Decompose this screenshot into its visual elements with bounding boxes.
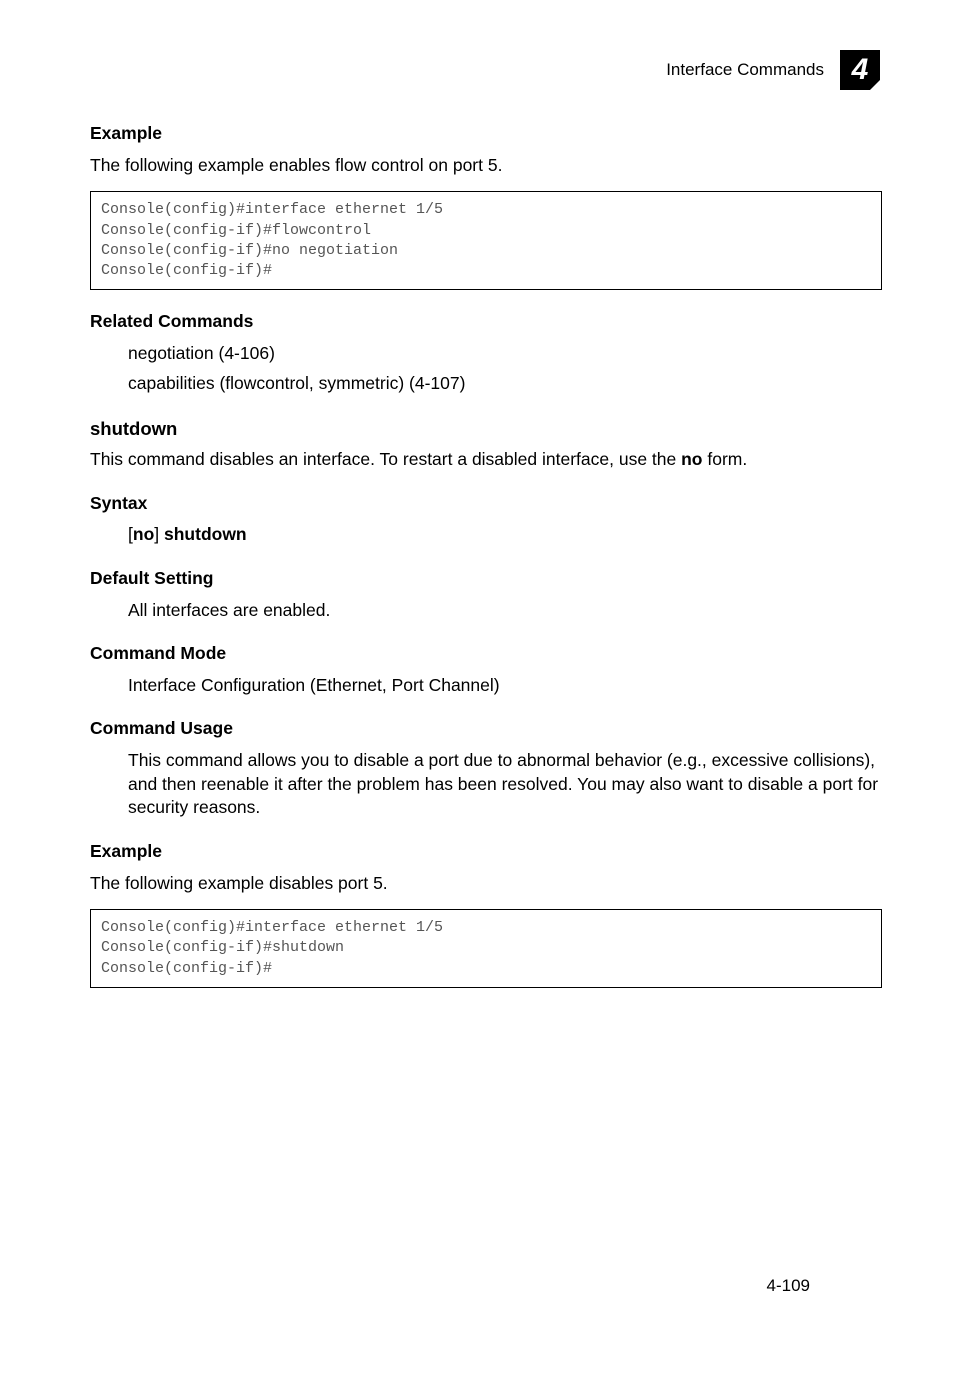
default-setting-body: All interfaces are enabled. (128, 599, 882, 623)
page-number: 4-109 (767, 1275, 810, 1298)
example2-code: Console(config)#interface ethernet 1/5 C… (90, 909, 882, 988)
syntax-body: [no] shutdown (128, 523, 882, 547)
example2-heading: Example (90, 840, 882, 864)
command-usage-heading: Command Usage (90, 717, 882, 741)
example1-intro: The following example enables flow contr… (90, 154, 882, 178)
shutdown-heading: shutdown (90, 417, 882, 442)
syntax-cmd: shutdown (164, 524, 247, 544)
related-commands-heading: Related Commands (90, 310, 882, 334)
shutdown-desc-bold: no (681, 449, 702, 469)
related-line-2: capabilities (flowcontrol, symmetric) (4… (128, 372, 882, 396)
syntax-no: no (133, 524, 154, 544)
command-mode-heading: Command Mode (90, 642, 882, 666)
example2-intro: The following example disables port 5. (90, 872, 882, 896)
related-line-1: negotiation (4-106) (128, 342, 882, 366)
chapter-number-text: 4 (851, 53, 869, 86)
shutdown-desc-prefix: This command disables an interface. To r… (90, 449, 681, 469)
example1-heading: Example (90, 122, 882, 146)
chapter-number-icon: 4 (838, 48, 882, 92)
command-mode-body: Interface Configuration (Ethernet, Port … (128, 674, 882, 698)
syntax-bracket-close: ] (154, 524, 164, 544)
shutdown-description: This command disables an interface. To r… (90, 448, 882, 472)
header-section-title: Interface Commands (666, 59, 824, 82)
command-usage-body: This command allows you to disable a por… (128, 749, 882, 820)
shutdown-desc-suffix: form. (703, 449, 748, 469)
page-header: Interface Commands 4 (90, 48, 882, 92)
default-setting-heading: Default Setting (90, 567, 882, 591)
example1-code: Console(config)#interface ethernet 1/5 C… (90, 191, 882, 290)
syntax-heading: Syntax (90, 492, 882, 516)
